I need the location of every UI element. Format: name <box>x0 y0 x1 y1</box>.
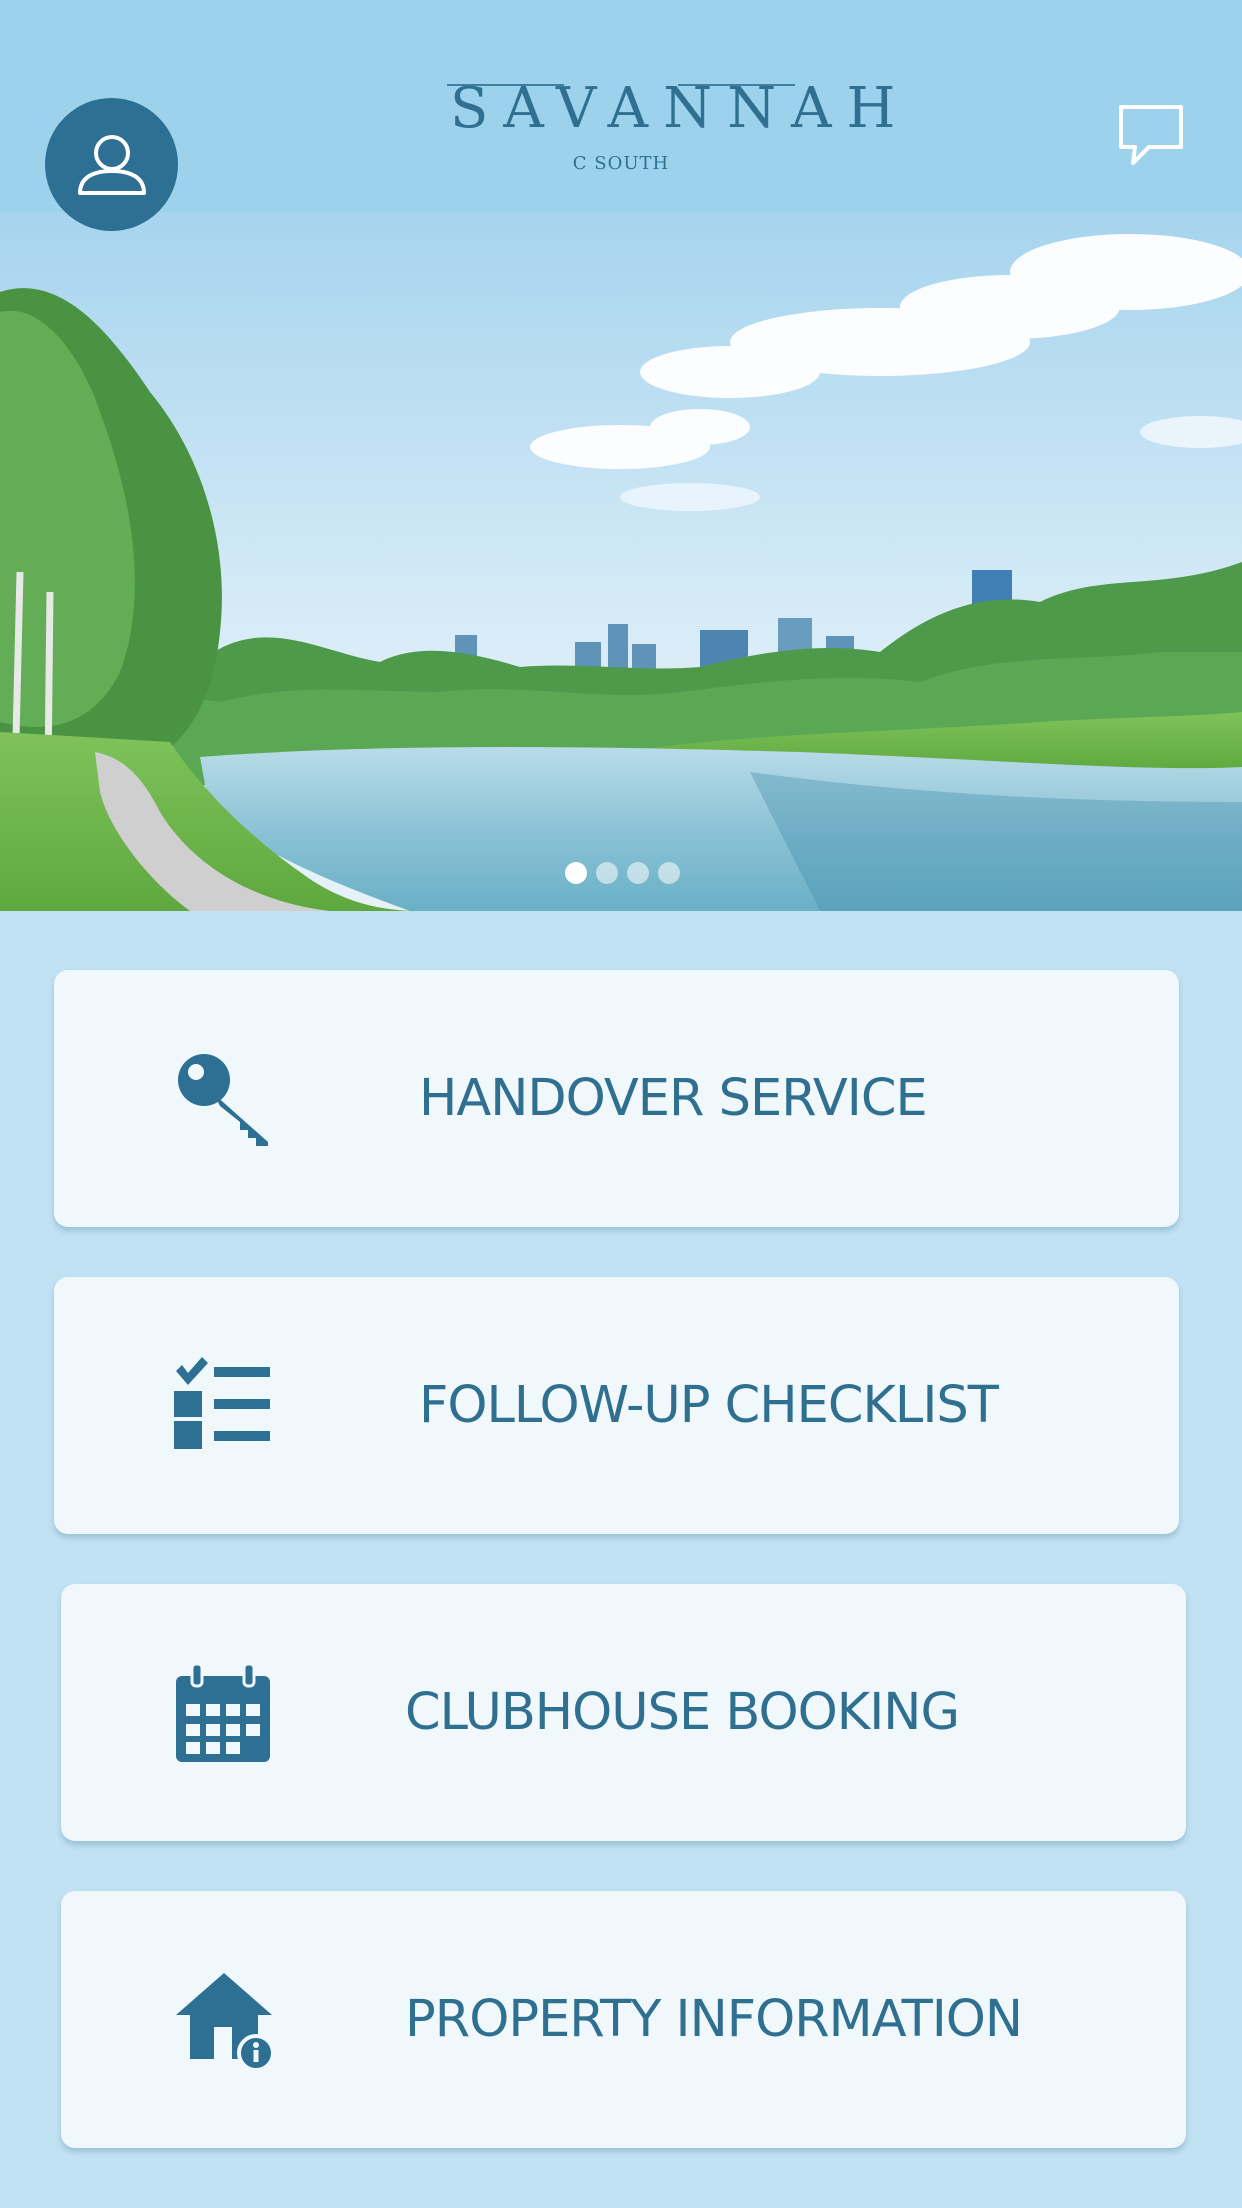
calendar-icon <box>176 1664 270 1762</box>
key-icon <box>178 1054 268 1146</box>
hero-image <box>0 212 1242 911</box>
checklist-icon <box>174 1357 270 1449</box>
logo-rule-right <box>678 84 795 86</box>
profile-button[interactable] <box>45 98 178 231</box>
carousel-dot-4[interactable] <box>657 862 680 884</box>
user-profile-icon <box>77 134 146 195</box>
logo-rule-left <box>447 84 564 86</box>
carousel-indicators <box>0 862 1242 886</box>
logo-subtitle-row: C SOUTH <box>436 146 806 182</box>
handover-service-label: HANDOVER SERVICE <box>419 1069 928 1128</box>
chat-bubble-icon <box>1119 105 1183 165</box>
carousel-dot-3[interactable] <box>626 862 649 884</box>
hero-banner[interactable] <box>0 212 1242 911</box>
logo-subtitle: C SOUTH <box>572 153 670 174</box>
house-info-icon <box>176 1973 274 2071</box>
clubhouse-booking-label: CLUBHOUSE BOOKING <box>405 1683 960 1742</box>
handover-service-button[interactable]: HANDOVER SERVICE <box>54 970 1179 1227</box>
carousel-dot-2[interactable] <box>595 862 618 884</box>
clubhouse-booking-button[interactable]: CLUBHOUSE BOOKING <box>61 1584 1186 1841</box>
property-information-button[interactable]: PROPERTY INFORMATION <box>61 1891 1186 2148</box>
carousel-dot-1[interactable] <box>564 862 587 884</box>
follow-up-checklist-button[interactable]: FOLLOW-UP CHECKLIST <box>54 1277 1179 1534</box>
chat-button[interactable] <box>1115 101 1187 171</box>
follow-up-checklist-label: FOLLOW-UP CHECKLIST <box>419 1376 999 1435</box>
property-information-label: PROPERTY INFORMATION <box>405 1990 1023 2049</box>
brand-logo: SAVANNAH C SOUTH <box>436 76 895 186</box>
app-header: SAVANNAH C SOUTH <box>0 0 1242 212</box>
